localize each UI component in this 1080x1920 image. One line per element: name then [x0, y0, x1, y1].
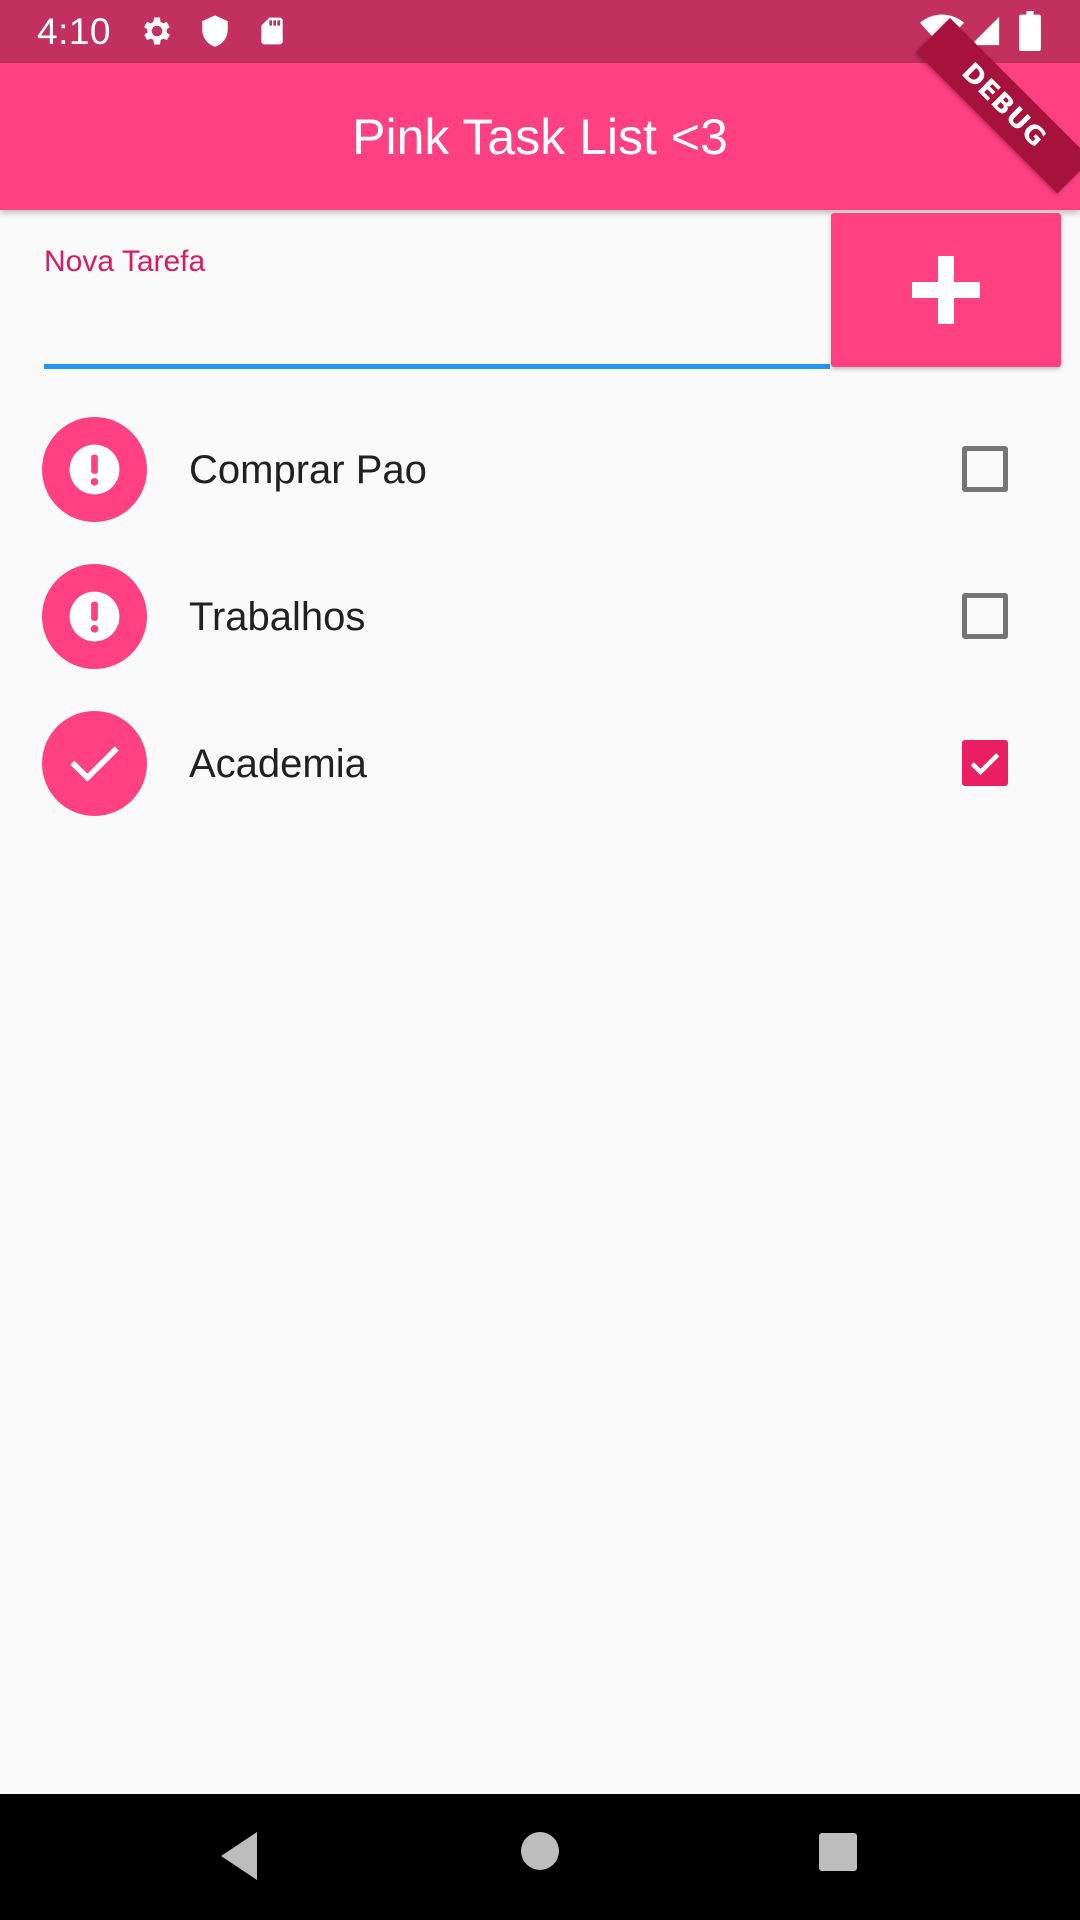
task-title: Trabalhos: [189, 595, 366, 639]
shield-icon: [198, 13, 232, 54]
add-task-button[interactable]: [831, 213, 1061, 367]
task-checkbox[interactable]: [962, 740, 1008, 786]
app-screen: 4:10 DEBUG Pink Task List <3 Nova Tarefa: [0, 0, 1080, 1920]
sd-card-icon: [256, 13, 288, 54]
recents-icon[interactable]: [818, 1832, 858, 1877]
task-item[interactable]: Comprar Pao: [0, 396, 1080, 543]
task-checkbox[interactable]: [962, 446, 1008, 492]
check-icon: [70, 746, 119, 782]
plus-icon: [912, 256, 980, 324]
alert-icon: [69, 444, 120, 495]
task-status-avatar: [42, 564, 147, 669]
task-item[interactable]: Academia: [0, 690, 1080, 837]
new-task-label: Nova Tarefa: [44, 245, 206, 278]
page-title: Pink Task List <3: [352, 109, 728, 165]
new-task-input[interactable]: [44, 290, 830, 360]
gear-icon: [139, 13, 175, 54]
task-title: Comprar Pao: [189, 448, 427, 492]
task-checkbox[interactable]: [962, 593, 1008, 639]
back-icon[interactable]: [217, 1830, 261, 1887]
task-status-avatar: [42, 417, 147, 522]
checkmark-icon: [970, 753, 1000, 776]
app-bar: Pink Task List <3: [0, 63, 1080, 210]
alert-icon: [69, 591, 120, 642]
task-item[interactable]: Trabalhos: [0, 543, 1080, 690]
navigation-bar: [0, 1794, 1080, 1920]
task-title: Academia: [189, 742, 367, 786]
home-icon[interactable]: [520, 1831, 560, 1876]
input-underline: [44, 364, 830, 369]
status-time: 4:10: [37, 11, 112, 52]
task-status-avatar: [42, 711, 147, 816]
battery-icon: [1019, 11, 1041, 56]
